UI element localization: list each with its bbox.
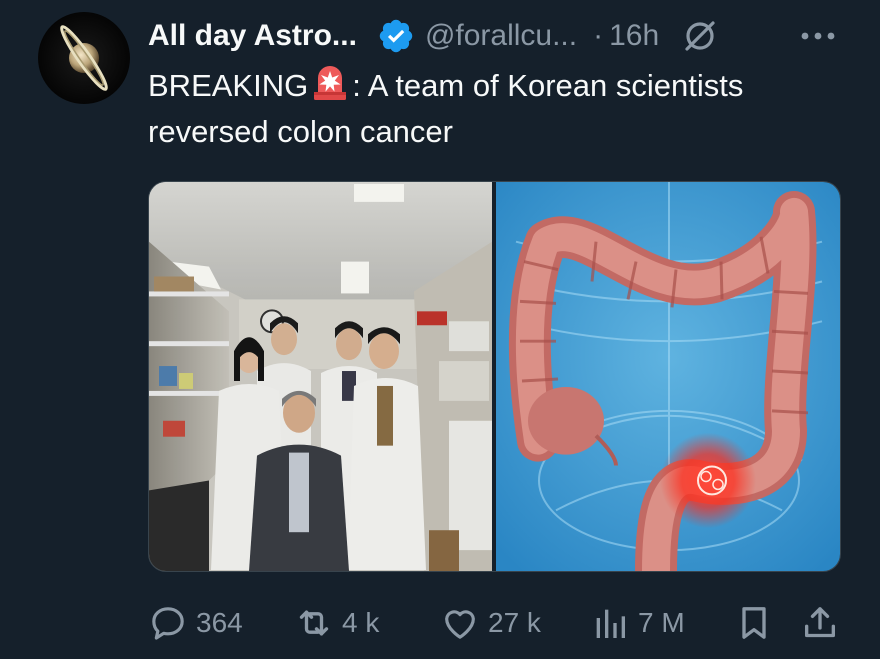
bookmark-icon: [742, 607, 766, 639]
lab-team-photo[interactable]: [149, 182, 492, 571]
tweet: All day Astro... @forallcu... · 16h BREA…: [0, 0, 880, 659]
action-bar: 364 4 k 27 k 7 M: [148, 600, 848, 646]
media-gallery: [148, 181, 841, 572]
avatar[interactable]: [38, 12, 130, 104]
retweet-button[interactable]: 4 k: [294, 600, 379, 646]
heart-icon: [445, 610, 475, 639]
like-count: 27 k: [488, 607, 541, 638]
bookmark-button[interactable]: [734, 600, 774, 646]
retweet-count: 4 k: [342, 607, 380, 638]
timestamp[interactable]: 16h: [609, 19, 659, 53]
post-header: All day Astro... @forallcu... · 16h: [148, 14, 850, 58]
verified-badge-icon[interactable]: [377, 17, 415, 55]
grok-icon[interactable]: [681, 17, 719, 55]
views-count: 7 M: [638, 607, 685, 638]
retweet-icon: [299, 610, 329, 636]
like-button[interactable]: 27 k: [440, 600, 541, 646]
display-name[interactable]: All day Astro...: [148, 19, 357, 53]
post-text-breaking: BREAKING: [148, 68, 309, 103]
views-button[interactable]: 7 M: [590, 600, 685, 646]
handle[interactable]: @forallcu...: [425, 19, 577, 53]
separator-dot: ·: [593, 19, 604, 52]
share-button[interactable]: [800, 600, 840, 646]
more-icon[interactable]: [798, 26, 838, 46]
post-text: BREAKING : A team of Korean scientists r…: [148, 62, 848, 155]
views-icon: [596, 609, 625, 638]
rotating-light-emoji-icon: [310, 62, 350, 102]
reply-icon: [152, 607, 184, 640]
reply-button[interactable]: 364: [148, 600, 243, 646]
colon-illustration[interactable]: [496, 182, 841, 571]
saturn-icon: [60, 25, 108, 91]
reply-count: 364: [196, 607, 243, 638]
share-icon: [805, 607, 835, 638]
